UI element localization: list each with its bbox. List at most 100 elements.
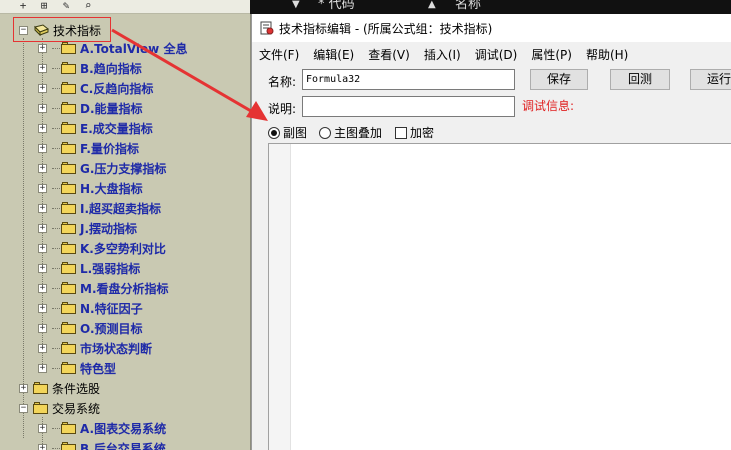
description-label: 说明: [268, 102, 297, 116]
expand-icon[interactable]: + [38, 423, 47, 433]
tree-item-label: M.看盘分析指标 [80, 281, 169, 296]
run-button[interactable]: 运行 [690, 69, 731, 90]
formula-name-input[interactable]: Formula32 [302, 69, 515, 90]
add-icon[interactable]: + [16, 0, 30, 13]
formula-editor-icon [260, 21, 274, 35]
expand-icon[interactable]: + [38, 203, 47, 213]
checkbox-icon[interactable] [395, 126, 407, 139]
expand-icon[interactable]: + [38, 343, 47, 353]
menu-item[interactable]: 调试(D) [475, 46, 518, 63]
tree-item[interactable]: + M.看盘分析指标 [38, 278, 169, 298]
expand-icon[interactable]: + [38, 83, 47, 93]
expand-icon[interactable]: + [38, 183, 47, 193]
tree-item-label: E.成交量指标 [80, 121, 153, 136]
folder-icon [61, 422, 78, 434]
tree-item-label: B.趋向指标 [80, 61, 142, 76]
search-icon[interactable]: ⌕ [81, 0, 95, 13]
column-header-code[interactable]: * 代码 [318, 0, 355, 13]
radio-label: 主图叠加 [334, 126, 383, 140]
folder-icon [61, 202, 78, 214]
folder-icon [61, 82, 78, 94]
tree-item[interactable]: + K.多空势利对比 [38, 238, 166, 258]
folder-icon [61, 262, 78, 274]
tree-item[interactable]: + D.能量指标 [38, 98, 143, 118]
tree-item[interactable]: + 市场状态判断 [38, 338, 152, 358]
menu-item[interactable]: 编辑(E) [313, 46, 354, 63]
tree-item[interactable]: + B.趋向指标 [38, 58, 142, 78]
folder-icon [61, 122, 78, 134]
expand-icon[interactable]: + [19, 383, 28, 393]
menu-item[interactable]: 插入(I) [424, 46, 461, 63]
tree-item[interactable]: + J.摆动指标 [38, 218, 137, 238]
tree-connector [52, 127, 60, 129]
tree-connector [52, 247, 60, 249]
expand-icon[interactable]: + [38, 363, 47, 373]
folder-icon [61, 282, 78, 294]
folder-icon [33, 402, 50, 414]
expand-icon[interactable]: + [38, 263, 47, 273]
tree-item[interactable]: + E.成交量指标 [38, 118, 153, 138]
expand-icon[interactable]: + [38, 303, 47, 313]
tree-item[interactable]: + C.反趋向指标 [38, 78, 153, 98]
expand-icon[interactable]: + [38, 143, 47, 153]
tree-item[interactable]: + O.预测目标 [38, 318, 143, 338]
tree-connector [52, 167, 60, 169]
sort-asc-icon[interactable]: ▲ [428, 0, 436, 13]
tree-item-label: N.特征因子 [80, 301, 143, 316]
tree-item[interactable]: + G.压力支撑指标 [38, 158, 166, 178]
description-input[interactable] [302, 96, 515, 117]
expand-icon[interactable]: + [38, 443, 47, 450]
tree-item[interactable]: + I.超买超卖指标 [38, 198, 161, 218]
column-header-name[interactable]: 名称 [455, 0, 481, 13]
menu-item[interactable]: 查看(V) [368, 46, 410, 63]
menu-item[interactable]: 文件(F) [259, 46, 299, 63]
expand-icon[interactable]: + [38, 103, 47, 113]
expand-icon[interactable]: + [38, 43, 47, 53]
tree-item[interactable]: + F.量价指标 [38, 138, 139, 158]
tree-connector [52, 187, 60, 189]
folder-icon [61, 162, 78, 174]
save-button[interactable]: 保存 [530, 69, 588, 90]
tree-item-label: O.预测目标 [80, 321, 143, 336]
tree-group-conditions[interactable]: + 条件选股 [19, 378, 100, 398]
menu-item[interactable]: 帮助(H) [586, 46, 628, 63]
expand-icon[interactable]: + [38, 163, 47, 173]
tree-item-label: B.后台交易系统 [80, 441, 166, 450]
option-focus-area [266, 121, 310, 139]
tree-item-backend-trading[interactable]: + B.后台交易系统 [38, 438, 166, 450]
tree-item-label: C.反趋向指标 [80, 81, 154, 96]
name-label: 名称: [268, 75, 297, 89]
expand-icon[interactable]: + [38, 123, 47, 133]
expand-icon[interactable]: + [38, 63, 47, 73]
radio-unchecked-icon[interactable] [319, 126, 331, 139]
expand-icon[interactable]: + [38, 243, 47, 253]
tree-connector [52, 327, 60, 329]
tree-item[interactable]: + L.强弱指标 [38, 258, 140, 278]
add-child-icon[interactable]: ⊞ [37, 0, 51, 13]
checkbox-encrypt[interactable]: 加密 [395, 124, 434, 141]
sort-desc-icon[interactable]: ▼ [292, 0, 300, 13]
tree-item[interactable]: + 特色型 [38, 358, 116, 378]
menu-item[interactable]: 属性(P) [531, 46, 572, 63]
tree-item-label: A.图表交易系统 [80, 421, 167, 436]
radio-main-overlay[interactable]: 主图叠加 [319, 124, 382, 141]
backtest-button[interactable]: 回测 [610, 69, 670, 90]
edit-icon[interactable]: ✎ [59, 0, 73, 13]
collapse-icon[interactable]: − [19, 403, 28, 413]
tree-group-trading[interactable]: − 交易系统 [19, 398, 100, 418]
folder-icon [61, 102, 78, 114]
tree-connector [52, 227, 60, 229]
tree-item-label: D.能量指标 [80, 101, 143, 116]
tree-item[interactable]: + N.特征因子 [38, 298, 143, 318]
folder-icon [61, 222, 78, 234]
expand-icon[interactable]: + [38, 223, 47, 233]
tree-connector [52, 347, 60, 349]
folder-icon [61, 242, 78, 254]
tree-connector [52, 87, 60, 89]
tree-item-chart-trading[interactable]: + A.图表交易系统 [38, 418, 166, 438]
debug-info-label: 调试信息: [522, 99, 575, 113]
expand-icon[interactable]: + [38, 283, 47, 293]
tree-item[interactable]: + H.大盘指标 [38, 178, 143, 198]
expand-icon[interactable]: + [38, 323, 47, 333]
formula-code-editor[interactable] [268, 143, 731, 450]
